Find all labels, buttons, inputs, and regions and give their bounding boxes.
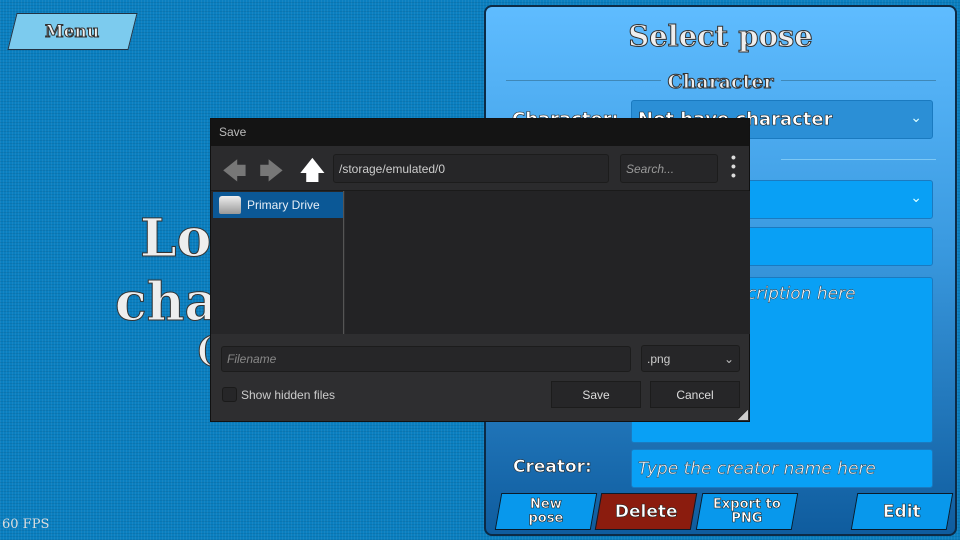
chevron-down-icon: ⌄ bbox=[723, 351, 734, 366]
chevron-down-icon: ⌄ bbox=[910, 109, 922, 125]
save-button[interactable]: Save bbox=[551, 381, 641, 408]
chevron-down-icon: ⌄ bbox=[910, 189, 922, 205]
creator-input[interactable]: Type the creator name here bbox=[631, 449, 933, 488]
dialog-toolbar: 🡄 🡆 🡅 /storage/emulated/0 Search... • • • bbox=[211, 146, 749, 191]
show-hidden-checkbox[interactable] bbox=[222, 387, 237, 402]
up-arrow-icon[interactable]: 🡅 bbox=[299, 152, 326, 196]
section-character-heading: Character bbox=[667, 71, 774, 94]
background-title-line2: cha bbox=[114, 272, 219, 334]
panel-title: Select pose bbox=[628, 19, 813, 54]
cancel-button[interactable]: Cancel bbox=[650, 381, 740, 408]
menu-button[interactable]: Menu bbox=[7, 13, 138, 50]
back-arrow-icon[interactable]: 🡄 bbox=[222, 154, 247, 195]
forward-arrow-icon[interactable]: 🡆 bbox=[259, 154, 284, 195]
dialog-title: Save bbox=[211, 119, 749, 146]
hard-drive-icon bbox=[219, 196, 241, 214]
filetype-value: .png bbox=[647, 351, 671, 366]
search-input[interactable]: Search... bbox=[620, 154, 718, 183]
export-png-button[interactable]: Export to PNG bbox=[695, 493, 799, 530]
drive-label: Primary Drive bbox=[247, 198, 320, 212]
edit-button[interactable]: Edit bbox=[850, 493, 954, 530]
drive-sidebar: Primary Drive bbox=[211, 191, 344, 334]
delete-button[interactable]: Delete bbox=[594, 493, 698, 530]
more-options-icon[interactable]: • • • bbox=[731, 150, 736, 182]
resize-grip-icon[interactable] bbox=[738, 410, 748, 420]
background-title-line1: Lo bbox=[139, 208, 212, 270]
fps-counter: 60 FPS bbox=[2, 517, 50, 532]
new-pose-button[interactable]: New pose bbox=[494, 493, 598, 530]
drive-item-primary[interactable]: Primary Drive bbox=[213, 192, 343, 218]
filetype-dropdown[interactable]: .png ⌄ bbox=[641, 345, 740, 372]
file-list[interactable] bbox=[345, 191, 750, 334]
creator-placeholder: Type the creator name here bbox=[638, 459, 876, 479]
creator-label: Creator: bbox=[513, 457, 592, 478]
menu-label: Menu bbox=[45, 21, 100, 42]
save-file-dialog: Save 🡄 🡆 🡅 /storage/emulated/0 Search...… bbox=[210, 118, 750, 422]
filename-input[interactable]: Filename bbox=[221, 346, 631, 372]
path-input[interactable]: /storage/emulated/0 bbox=[333, 154, 609, 183]
show-hidden-label: Show hidden files bbox=[241, 388, 336, 402]
